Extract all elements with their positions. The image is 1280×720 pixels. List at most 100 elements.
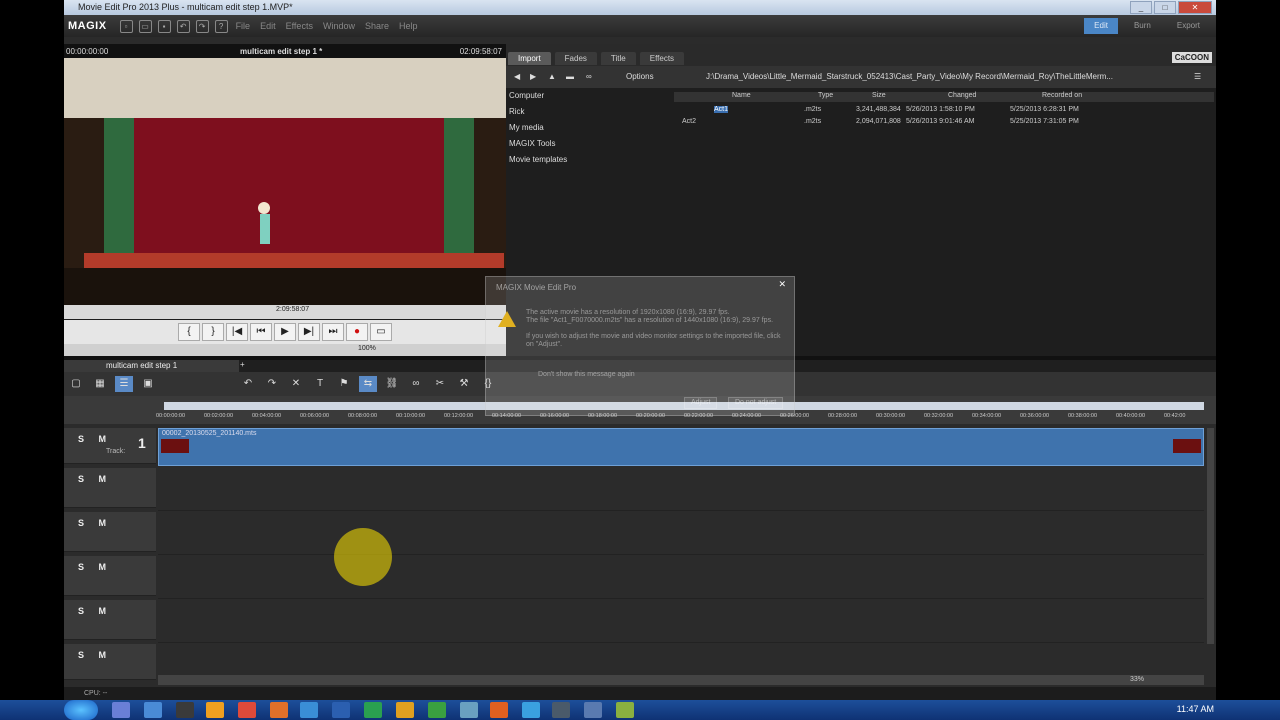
- adjust-button[interactable]: Adjust: [684, 397, 718, 409]
- taskbar-clock[interactable]: 11:47 AM: [1177, 704, 1214, 714]
- storyboard-mode-icon[interactable]: ▢: [67, 376, 85, 392]
- tree-item-magix-tools[interactable]: MAGIX Tools: [506, 136, 666, 152]
- dont-show-checkbox[interactable]: Don't show this message again: [538, 371, 635, 378]
- fullscreen-icon[interactable]: ▭: [370, 323, 392, 341]
- tab-fades[interactable]: Fades: [554, 52, 597, 65]
- mouse-mode-icon[interactable]: ⇆: [359, 376, 377, 392]
- menu-window[interactable]: Window: [323, 21, 355, 31]
- menu-help[interactable]: Help: [399, 21, 418, 31]
- taskbar-app-icon[interactable]: [616, 702, 634, 718]
- tree-item-rick[interactable]: Rick: [506, 104, 666, 120]
- delete-icon[interactable]: ✕: [287, 376, 305, 392]
- open-file-icon[interactable]: ▭: [138, 19, 152, 33]
- track-header-3[interactable]: S M: [64, 512, 156, 552]
- monitor-zoom[interactable]: 100%: [358, 345, 376, 352]
- tree-item-computer[interactable]: Computer: [506, 88, 666, 104]
- taskbar-app-icon[interactable]: [428, 702, 446, 718]
- taskbar-app-icon[interactable]: [490, 702, 508, 718]
- timeline-tab[interactable]: multicam edit step 1: [64, 360, 239, 372]
- track-lane[interactable]: [158, 468, 1204, 511]
- file-row[interactable]: Act2 .m2ts 2,094,071,808 5/26/2013 9:01:…: [674, 118, 1214, 130]
- go-to-end-icon[interactable]: ⏭: [322, 323, 344, 341]
- taskbar-app-icon[interactable]: [332, 702, 350, 718]
- forward-icon[interactable]: ▶: [530, 72, 536, 81]
- scene-overview-icon[interactable]: ▦: [91, 376, 109, 392]
- taskbar-app-icon[interactable]: [364, 702, 382, 718]
- track-header-6[interactable]: S M: [64, 644, 156, 680]
- track-solo-mute[interactable]: S M: [78, 434, 112, 444]
- undo-icon[interactable]: ↶: [176, 19, 190, 33]
- col-name[interactable]: Name: [732, 92, 751, 99]
- binoculars-icon[interactable]: ∞: [586, 72, 592, 81]
- maximize-button[interactable]: □: [1154, 1, 1176, 14]
- taskbar-app-icon[interactable]: [238, 702, 256, 718]
- video-clip[interactable]: 00002_20130525_201140.mts: [158, 428, 1204, 466]
- back-icon[interactable]: ◀: [514, 72, 520, 81]
- track-header-4[interactable]: S M: [64, 556, 156, 596]
- start-button[interactable]: [64, 700, 98, 720]
- mode-burn-button[interactable]: Burn: [1124, 18, 1161, 34]
- taskbar-app-icon[interactable]: [112, 702, 130, 718]
- menu-share[interactable]: Share: [365, 21, 389, 31]
- tab-effects[interactable]: Effects: [639, 52, 685, 65]
- taskbar-app-icon[interactable]: [144, 702, 162, 718]
- horizontal-scrollbar[interactable]: 33%: [158, 675, 1204, 685]
- video-preview[interactable]: [64, 58, 506, 305]
- cut-icon[interactable]: ✂: [431, 376, 449, 392]
- track-lane[interactable]: [158, 512, 1204, 555]
- tab-import[interactable]: Import: [508, 52, 551, 65]
- view-mode-icon[interactable]: ☰: [1194, 72, 1201, 81]
- go-to-start-icon[interactable]: ⏮: [250, 323, 272, 341]
- tab-title[interactable]: Title: [600, 52, 636, 65]
- redo-icon[interactable]: ↷: [195, 19, 209, 33]
- mark-out-button[interactable]: }: [202, 323, 224, 341]
- taskbar-app-icon[interactable]: [206, 702, 224, 718]
- track-lane[interactable]: [158, 600, 1204, 643]
- taskbar-app-icon[interactable]: [584, 702, 602, 718]
- options-dropdown[interactable]: Options: [626, 72, 654, 81]
- mode-export-button[interactable]: Export: [1167, 18, 1210, 34]
- timeline-zoom[interactable]: 33%: [1130, 676, 1144, 683]
- marker-icon[interactable]: ⚑: [335, 376, 353, 392]
- new-file-icon[interactable]: ▫: [119, 19, 133, 33]
- track-lane[interactable]: [158, 556, 1204, 599]
- multicam-mode-icon[interactable]: ▣: [139, 376, 157, 392]
- close-window-button[interactable]: ✕: [1178, 1, 1212, 14]
- menu-edit[interactable]: Edit: [260, 21, 276, 31]
- undo-icon[interactable]: ↶: [239, 376, 257, 392]
- vertical-scrollbar[interactable]: [1207, 428, 1214, 644]
- tree-item-movie-templates[interactable]: Movie templates: [506, 152, 666, 168]
- file-row[interactable]: Act1 .m2ts 3,241,488,384 5/26/2013 1:58:…: [674, 106, 1214, 118]
- help-icon[interactable]: ?: [214, 19, 228, 33]
- col-changed[interactable]: Changed: [948, 92, 976, 99]
- col-type[interactable]: Type: [818, 92, 833, 99]
- taskbar-app-icon[interactable]: [396, 702, 414, 718]
- track-header-1[interactable]: S M Track: 1: [64, 428, 156, 464]
- folder-icon[interactable]: ▬: [566, 72, 574, 81]
- title-icon[interactable]: T: [311, 376, 329, 392]
- redo-icon[interactable]: ↷: [263, 376, 281, 392]
- prev-marker-button[interactable]: |◀: [226, 323, 248, 341]
- do-not-adjust-button[interactable]: Do not adjust: [728, 397, 784, 409]
- timeline-mode-icon[interactable]: ☰: [115, 376, 133, 392]
- taskbar-app-icon[interactable]: [460, 702, 478, 718]
- minimize-button[interactable]: _: [1130, 1, 1152, 14]
- taskbar-app-icon[interactable]: [300, 702, 318, 718]
- mark-in-button[interactable]: {: [178, 323, 200, 341]
- taskbar-app-icon[interactable]: [552, 702, 570, 718]
- track-header-2[interactable]: S M: [64, 468, 156, 508]
- col-recorded[interactable]: Recorded on: [1042, 92, 1082, 99]
- taskbar-app-icon[interactable]: [176, 702, 194, 718]
- menu-effects[interactable]: Effects: [286, 21, 313, 31]
- track-header-5[interactable]: S M: [64, 600, 156, 640]
- taskbar-app-icon[interactable]: [270, 702, 288, 718]
- mode-edit-button[interactable]: Edit: [1084, 18, 1118, 34]
- path-field[interactable]: J:\Drama_Videos\Little_Mermaid_Starstruc…: [706, 72, 1146, 81]
- tree-item-my-media[interactable]: My media: [506, 120, 666, 136]
- save-icon[interactable]: ▪: [157, 19, 171, 33]
- link-icon[interactable]: ⛓: [383, 376, 401, 392]
- group-icon[interactable]: ∞: [407, 376, 425, 392]
- add-tab-icon[interactable]: +: [240, 360, 245, 369]
- play-icon[interactable]: ▶: [274, 323, 296, 341]
- taskbar-app-icon[interactable]: [522, 702, 540, 718]
